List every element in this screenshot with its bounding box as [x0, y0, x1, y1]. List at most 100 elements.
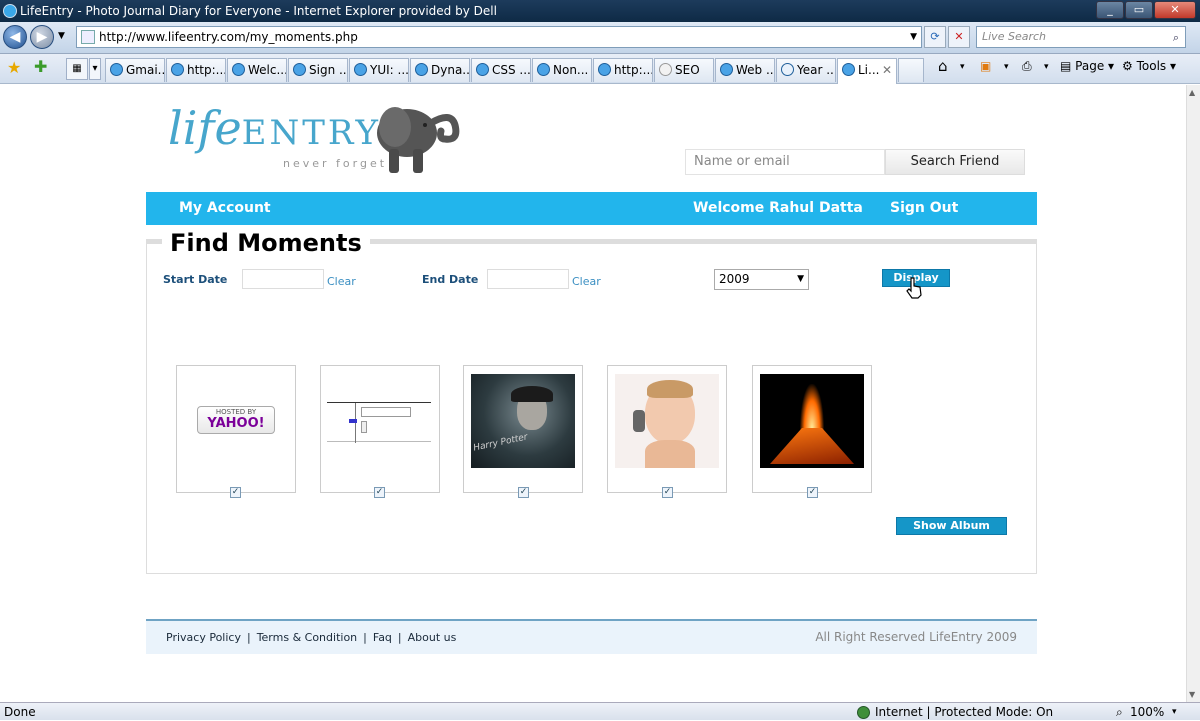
- tab-web[interactable]: Web ...: [715, 58, 775, 82]
- favorites-star-icon[interactable]: ★: [7, 58, 21, 77]
- tab-sign[interactable]: Sign ...: [288, 58, 348, 82]
- footer-separator: |: [363, 631, 367, 644]
- tab-css[interactable]: CSS ...: [471, 58, 531, 82]
- privacy-policy-link[interactable]: Privacy Policy: [166, 631, 241, 644]
- thumbnail-checkbox[interactable]: ✓: [807, 487, 818, 498]
- faq-link[interactable]: Faq: [373, 631, 392, 644]
- address-dropdown-icon[interactable]: ▼: [910, 27, 917, 47]
- my-account-link[interactable]: My Account: [179, 192, 271, 225]
- logo-life-text: life: [168, 101, 242, 155]
- tab-label: YUI: ...: [370, 63, 409, 77]
- home-icon[interactable]: ⌂: [938, 57, 948, 75]
- history-dropdown-icon[interactable]: ▼: [58, 31, 65, 41]
- tab-yui[interactable]: YUI: ...: [349, 58, 409, 82]
- tab-label: Gmai...: [126, 63, 165, 77]
- yahoo-brand-text: YAHOO!: [207, 416, 265, 431]
- moment-thumbnail[interactable]: HOSTED BY YAHOO!: [176, 365, 296, 493]
- tab-label: Non...: [553, 63, 589, 77]
- lifeentry-logo[interactable]: lifeENTRY: [168, 103, 381, 158]
- moment-thumbnail[interactable]: [607, 365, 727, 493]
- security-zone-text[interactable]: Internet | Protected Mode: On: [875, 703, 1053, 721]
- ie-page-icon: [293, 63, 306, 76]
- page-menu[interactable]: ▤ Page ▾: [1060, 59, 1114, 73]
- zoom-magnifier-icon: ⌕: [1116, 705, 1123, 719]
- moment-thumbnail[interactable]: [320, 365, 440, 493]
- ie-page-icon: [476, 63, 489, 76]
- quick-tabs-icon[interactable]: ▦: [66, 58, 88, 80]
- tab-lifeentry-active[interactable]: Li... ✕: [837, 58, 897, 84]
- window-titlebar: LifeEntry - Photo Journal Diary for Ever…: [0, 0, 1200, 22]
- search-icon[interactable]: ⌕: [1173, 28, 1179, 48]
- start-date-input[interactable]: [242, 269, 324, 289]
- clear-end-date-link[interactable]: Clear: [572, 275, 601, 288]
- page-viewport: lifeENTRY never forget Name or email Sea…: [0, 85, 1186, 702]
- tab-list-dropdown-icon[interactable]: ▾: [89, 58, 101, 80]
- ie-logo-icon: [3, 4, 17, 18]
- tab-close-icon[interactable]: ✕: [882, 59, 892, 81]
- loading-icon: [781, 63, 794, 76]
- clear-start-date-link[interactable]: Clear: [327, 275, 356, 288]
- page-title: Find Moments: [162, 227, 370, 259]
- terms-link[interactable]: Terms & Condition: [257, 631, 357, 644]
- thumbnail-checkbox[interactable]: ✓: [662, 487, 673, 498]
- scroll-up-icon[interactable]: ▲: [1189, 88, 1195, 97]
- end-date-label: End Date: [422, 273, 479, 286]
- elephant-logo-icon: [377, 107, 460, 173]
- show-album-button[interactable]: Show Album: [896, 517, 1007, 535]
- add-favorites-icon[interactable]: ✚: [34, 57, 47, 76]
- start-date-label: Start Date: [163, 273, 228, 286]
- hand-cursor-icon: [906, 277, 922, 299]
- search-friend-button[interactable]: Search Friend: [885, 149, 1025, 175]
- dark-portrait-image: Harry Potter: [471, 374, 575, 468]
- new-tab-button[interactable]: [898, 58, 924, 82]
- tab-non[interactable]: Non...: [532, 58, 592, 82]
- year-select[interactable]: 2009 ▼: [714, 269, 809, 290]
- minimize-button[interactable]: _: [1096, 1, 1124, 19]
- vertical-scrollbar[interactable]: ▲ ▼: [1186, 85, 1200, 702]
- thumbnail-checkbox[interactable]: ✓: [230, 487, 241, 498]
- live-search-input[interactable]: Live Search ⌕: [976, 26, 1186, 48]
- page-menu-label: Page ▾: [1075, 59, 1115, 73]
- friend-search-input[interactable]: Name or email: [685, 149, 885, 175]
- address-url: http://www.lifeentry.com/my_moments.php: [99, 30, 358, 44]
- tab-http-2[interactable]: http:...: [593, 58, 653, 82]
- maximize-button[interactable]: ▭: [1125, 1, 1153, 19]
- tools-menu[interactable]: ⚙ Tools ▾: [1122, 59, 1176, 73]
- year-select-value: 2009: [719, 272, 750, 286]
- tab-seo[interactable]: SEO: [654, 58, 714, 82]
- home-dropdown-icon[interactable]: ▾: [960, 62, 965, 72]
- tab-label: Year ...: [797, 63, 836, 77]
- footer-separator: |: [246, 631, 251, 644]
- status-bar: Done Internet | Protected Mode: On ⌕ 100…: [0, 702, 1200, 720]
- zoom-level[interactable]: 100%: [1130, 703, 1164, 721]
- forward-button[interactable]: ▶: [30, 25, 54, 49]
- ie-page-icon: [720, 63, 733, 76]
- close-window-button[interactable]: ✕: [1154, 1, 1196, 19]
- feeds-icon[interactable]: ▣: [980, 59, 991, 73]
- tab-gmail[interactable]: Gmai...: [105, 58, 165, 82]
- thumbnail-checkbox[interactable]: ✓: [518, 487, 529, 498]
- moment-thumbnail[interactable]: Harry Potter: [463, 365, 583, 493]
- stop-icon[interactable]: ✕: [948, 26, 970, 48]
- tab-welcome[interactable]: Welc...: [227, 58, 287, 82]
- refresh-icon[interactable]: ⟳: [924, 26, 946, 48]
- sign-out-link[interactable]: Sign Out: [890, 192, 958, 225]
- back-button[interactable]: ◀: [3, 25, 27, 49]
- scroll-down-icon[interactable]: ▼: [1189, 690, 1195, 699]
- window-title: LifeEntry - Photo Journal Diary for Ever…: [20, 4, 497, 18]
- ie-page-icon: [598, 63, 611, 76]
- tab-http-1[interactable]: http:...: [166, 58, 226, 82]
- address-field[interactable]: http://www.lifeentry.com/my_moments.php …: [76, 26, 922, 48]
- thumbnail-checkbox[interactable]: ✓: [374, 487, 385, 498]
- tab-dyna[interactable]: Dyna...: [410, 58, 470, 82]
- end-date-input[interactable]: [487, 269, 569, 289]
- ie-page-icon: [537, 63, 550, 76]
- ie-page-icon: [232, 63, 245, 76]
- moment-thumbnail[interactable]: [752, 365, 872, 493]
- print-dropdown-icon[interactable]: ▾: [1044, 62, 1049, 72]
- zoom-dropdown-icon[interactable]: ▾: [1172, 703, 1177, 721]
- feeds-dropdown-icon[interactable]: ▾: [1004, 62, 1009, 72]
- tab-year[interactable]: Year ...: [776, 58, 836, 82]
- about-us-link[interactable]: About us: [408, 631, 457, 644]
- print-icon[interactable]: ⎙: [1022, 59, 1032, 74]
